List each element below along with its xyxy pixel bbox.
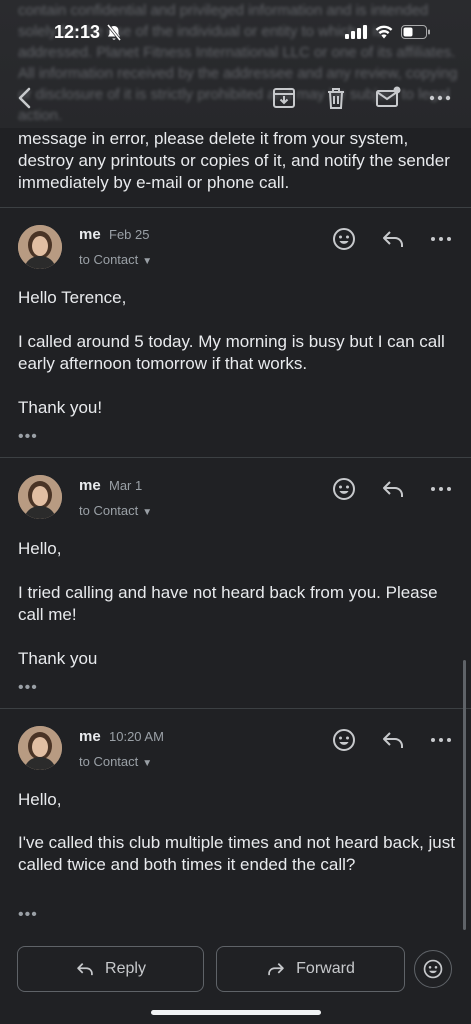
- sender-name: me: [79, 477, 101, 494]
- react-button[interactable]: [331, 727, 357, 753]
- more-horizontal-icon: [431, 738, 451, 742]
- emoji-icon: [333, 478, 355, 500]
- show-trimmed-button[interactable]: •••: [18, 906, 38, 924]
- reply-icon: [383, 481, 403, 497]
- more-options-button[interactable]: [426, 84, 454, 112]
- mail-unread-icon: [376, 86, 401, 107]
- more-horizontal-icon: [429, 95, 451, 101]
- archive-icon: [273, 88, 295, 108]
- message-body: I called around 5 today. My morning is b…: [18, 332, 445, 373]
- message-greeting: Hello,: [18, 539, 62, 558]
- emoji-icon: [333, 228, 355, 250]
- message-body: I tried calling and have not heard back …: [18, 583, 438, 624]
- delete-button[interactable]: [322, 84, 350, 112]
- reply-button[interactable]: [380, 727, 406, 753]
- sender-name: me: [79, 226, 101, 243]
- emoji-reaction-button[interactable]: [414, 950, 452, 988]
- show-trimmed-button[interactable]: •••: [18, 428, 38, 446]
- recipient-label: to Contact: [79, 754, 139, 769]
- sender-name: me: [79, 728, 101, 745]
- forward-button[interactable]: Forward: [216, 946, 405, 992]
- archive-button[interactable]: [270, 84, 298, 112]
- reply-icon: [77, 963, 93, 976]
- react-button[interactable]: [331, 226, 357, 252]
- avatar[interactable]: [18, 726, 62, 770]
- scrollbar[interactable]: [463, 660, 466, 930]
- message-greeting: Hello,: [18, 790, 62, 809]
- divider: [0, 207, 471, 208]
- silent-bell-icon: [106, 24, 122, 47]
- divider: [0, 457, 471, 458]
- divider: [0, 708, 471, 709]
- trash-icon: [328, 88, 344, 109]
- recipient-toggle[interactable]: to Contact ▼: [79, 503, 152, 518]
- react-button[interactable]: [331, 476, 357, 502]
- message-more-button[interactable]: [428, 476, 454, 502]
- signal-icon: [345, 25, 367, 39]
- avatar[interactable]: [18, 225, 62, 269]
- emoji-icon: [333, 729, 355, 751]
- home-indicator[interactable]: [151, 1010, 321, 1015]
- status-icons: [345, 25, 431, 39]
- recipient-label: to Contact: [79, 503, 139, 518]
- reply-icon: [383, 732, 403, 748]
- message-date: 10:20 AM: [109, 729, 164, 744]
- reply-button[interactable]: [380, 226, 406, 252]
- quoted-disclaimer: message in error, please delete it from …: [18, 129, 450, 192]
- message-more-button[interactable]: [428, 226, 454, 252]
- avatar[interactable]: [18, 475, 62, 519]
- message-greeting: Hello Terence,: [18, 288, 127, 307]
- reply-all-button[interactable]: Reply: [17, 946, 204, 992]
- message-signoff: Thank you: [18, 649, 98, 668]
- message-date: Mar 1: [109, 478, 143, 493]
- reply-icon: [383, 231, 403, 247]
- battery-icon: [401, 25, 430, 39]
- reply-label: Reply: [105, 960, 146, 977]
- message-date: Feb 25: [109, 227, 150, 242]
- recipient-toggle[interactable]: to Contact ▼: [79, 252, 152, 267]
- mark-unread-button[interactable]: [374, 84, 402, 112]
- message-body: I've called this club multiple times and…: [18, 833, 455, 874]
- emoji-icon: [423, 959, 443, 979]
- profile-photo: [18, 726, 62, 770]
- recipient-toggle[interactable]: to Contact ▼: [79, 754, 152, 769]
- profile-photo: [18, 225, 62, 269]
- chevron-down-icon: ▼: [142, 758, 153, 769]
- more-horizontal-icon: [431, 487, 451, 491]
- recipient-label: to Contact: [79, 252, 139, 267]
- back-button[interactable]: [12, 84, 38, 112]
- profile-photo: [18, 475, 62, 519]
- more-horizontal-icon: [431, 237, 451, 241]
- show-trimmed-button[interactable]: •••: [18, 679, 38, 697]
- chevron-down-icon: ▼: [142, 507, 153, 518]
- status-time: 12:13: [54, 22, 101, 42]
- message-more-button[interactable]: [428, 727, 454, 753]
- reply-button[interactable]: [380, 476, 406, 502]
- forward-icon: [268, 963, 284, 976]
- wifi-icon: [375, 25, 393, 39]
- message-signoff: Thank you!: [18, 398, 103, 417]
- chevron-down-icon: ▼: [142, 256, 153, 267]
- forward-label: Forward: [296, 960, 355, 977]
